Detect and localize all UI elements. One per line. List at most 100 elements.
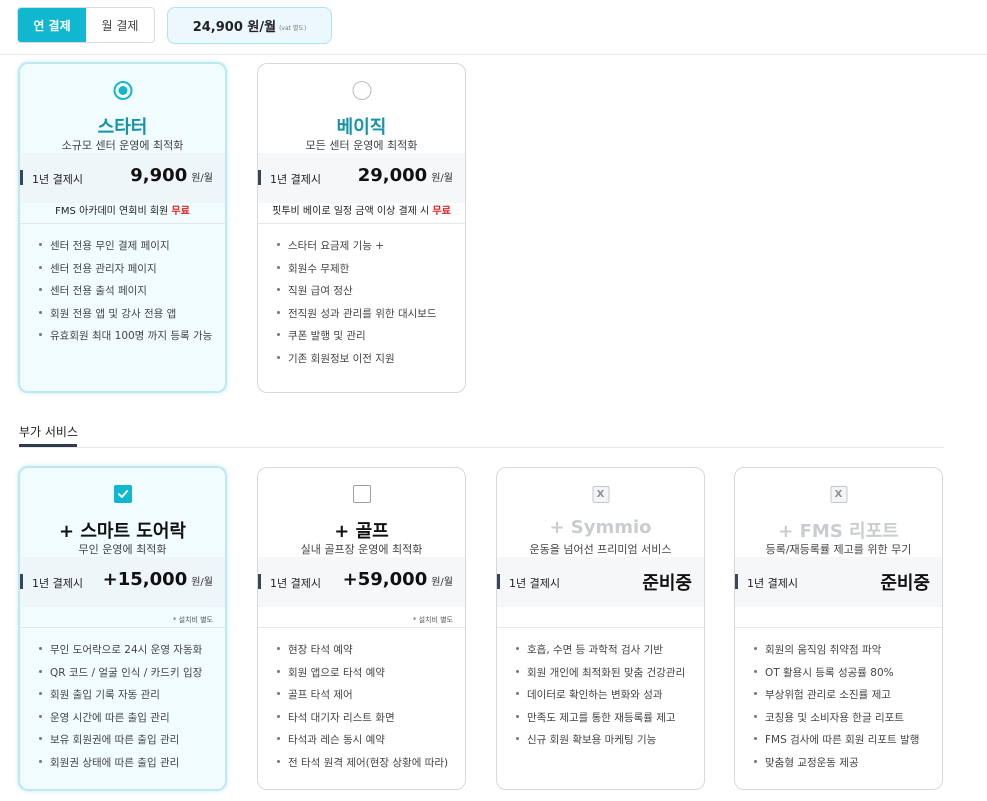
feature-item: 보유 회원권에 따른 출입 관리 <box>39 732 202 755</box>
divider <box>497 627 704 628</box>
feature-item: 호흡, 수면 등 과학적 검사 기반 <box>516 642 685 665</box>
feature-item: 데이터로 확인하는 변화와 성과 <box>516 687 685 710</box>
addon-title: + 골프 <box>334 521 389 542</box>
price-amount: +59,000 <box>342 569 428 590</box>
price-row-marker <box>20 574 23 589</box>
benefit-free-label: 무료 <box>432 206 451 217</box>
feature-list: 현장 타석 예약 회원 앱으로 타석 예약 골프 타석 제어 타석 대기자 리스… <box>277 642 448 778</box>
addon-subtitle: 무인 운영에 최적화 <box>78 543 167 556</box>
plan-title: 스타터 <box>97 117 148 138</box>
plan-subtitle: 모든 센터 운영에 최적화 <box>305 139 418 152</box>
billing-period-toggle: 연 결제 월 결제 <box>17 7 155 43</box>
feature-item: 회원권 상태에 따른 출입 관리 <box>39 755 202 778</box>
benefit-text: 핏투비 베이로 일정 금액 이상 결제 시 <box>272 206 430 217</box>
feature-item: 스타터 요금제 기능 + <box>277 238 437 261</box>
feature-item: 회원수 무제한 <box>277 261 437 284</box>
price-label: 1년 결제시 <box>270 173 321 186</box>
installation-fee-note: * 설치비 별도 <box>172 616 213 624</box>
feature-item: 회원 앱으로 타석 예약 <box>277 665 448 688</box>
feature-item: 기존 회원정보 이전 지원 <box>277 351 437 374</box>
price-unit: 원/월 <box>191 577 213 588</box>
price-label: 1년 결제시 <box>32 577 83 590</box>
feature-item: 센터 전용 무인 결제 페이지 <box>39 238 212 261</box>
price-value: 29,000 원/월 <box>358 165 453 186</box>
feature-item: 맞춤형 교정운동 제공 <box>754 755 919 778</box>
price-amount: +15,000 <box>102 569 188 590</box>
price-value: 9,900 원/월 <box>130 165 213 186</box>
price-unit: 원/월 <box>191 173 213 184</box>
divider <box>20 627 225 628</box>
price-label: 1년 결제시 <box>509 577 560 590</box>
feature-item: 쿠폰 발행 및 관리 <box>277 328 437 351</box>
plan-price-row: 1년 결제시 9,900 원/월 <box>20 153 225 203</box>
checkbox-unchecked-icon[interactable] <box>352 485 371 503</box>
feature-item: 코칭용 및 소비자용 한글 리포트 <box>754 710 919 733</box>
feature-list: 스타터 요금제 기능 + 회원수 무제한 직원 급여 정산 전직원 성과 관리를… <box>277 238 437 374</box>
feature-item: 타석과 레슨 동시 예약 <box>277 732 448 755</box>
addon-title: + 스마트 도어락 <box>59 521 186 542</box>
feature-list: 호흡, 수면 등 과학적 검사 기반 회원 개인에 최적화된 맞춤 건강관리 데… <box>516 642 685 755</box>
addons-section-title: 부가 서비스 <box>19 425 79 439</box>
feature-item: 회원 전용 앱 및 강사 전용 앱 <box>39 306 212 329</box>
price-label: 1년 결제시 <box>270 577 321 590</box>
feature-item: 전 타석 원격 제어(현장 상황에 따라) <box>277 755 448 778</box>
plan-card-basic[interactable]: 베이직 모든 센터 운영에 최적화 1년 결제시 29,000 원/월 핏투비 … <box>257 63 466 393</box>
coming-soon-status: 준비중 <box>642 573 692 594</box>
price-row-marker <box>497 574 500 589</box>
feature-item: 센터 전용 출석 페이지 <box>39 283 212 306</box>
plan-card-starter[interactable]: 스타터 소규모 센터 운영에 최적화 1년 결제시 9,900 원/월 FMS … <box>18 62 227 393</box>
feature-item: 무인 도어락으로 24시 운영 자동화 <box>39 642 202 665</box>
benefit-free-label: 무료 <box>171 206 190 217</box>
price-value: +59,000 원/월 <box>343 569 453 590</box>
total-price-badge: 24,900 원/월 (vat 별도) <box>167 7 332 44</box>
addon-price-row: 1년 결제시 +15,000 원/월 <box>20 557 225 607</box>
plan-benefit: FMS 아카데미 연회비 회원 무료 <box>20 202 225 217</box>
plan-benefit: 핏투비 베이로 일정 금액 이상 결제 시 무료 <box>258 202 465 217</box>
divider <box>258 223 465 224</box>
billing-toolbar: 연 결제 월 결제 24,900 원/월 (vat 별도) <box>0 0 987 55</box>
section-divider <box>19 447 944 448</box>
addon-subtitle: 등록/재등록률 제고를 위한 무기 <box>765 543 912 556</box>
total-price-vat-note: (vat 별도) <box>279 25 307 32</box>
feature-item: 회원 개인에 최적화된 맞춤 건강관리 <box>516 665 685 688</box>
price-value: 준비중 <box>880 569 930 595</box>
radio-selected-icon[interactable] <box>113 81 132 100</box>
disabled-x-icon: X <box>830 486 847 503</box>
coming-soon-status: 준비중 <box>880 573 930 594</box>
feature-item: 타석 대기자 리스트 화면 <box>277 710 448 733</box>
addon-price-row: 1년 결제시 +59,000 원/월 <box>258 557 465 607</box>
disabled-x-icon: X <box>592 486 609 503</box>
addon-card-golf[interactable]: + 골프 실내 골프장 운영에 최적화 1년 결제시 +59,000 원/월 *… <box>257 467 466 790</box>
tab-monthly-billing[interactable]: 월 결제 <box>86 8 154 42</box>
addon-price-row: 1년 결제시 준비중 <box>497 557 704 607</box>
feature-list: 무인 도어락으로 24시 운영 자동화 QR 코드 / 얼굴 인식 / 카드키 … <box>39 642 202 778</box>
addon-title: + Symmio <box>549 517 652 538</box>
tab-yearly-billing[interactable]: 연 결제 <box>18 8 86 42</box>
benefit-text: FMS 아카데미 연회비 회원 <box>55 206 169 217</box>
price-value: 준비중 <box>642 569 692 595</box>
price-unit: 원/월 <box>431 173 453 184</box>
feature-list: 센터 전용 무인 결제 페이지 센터 전용 관리자 페이지 센터 전용 출석 페… <box>39 238 212 351</box>
feature-item: 골프 타석 제어 <box>277 687 448 710</box>
price-row-marker <box>735 574 738 589</box>
radio-unselected-icon[interactable] <box>352 81 371 100</box>
feature-item: 회원 출입 기록 자동 관리 <box>39 687 202 710</box>
feature-item: 현장 타석 예약 <box>277 642 448 665</box>
addon-subtitle: 운동을 넘어선 프리미엄 서비스 <box>529 543 672 556</box>
price-amount: 9,900 <box>130 165 188 186</box>
feature-item: 신규 회원 확보용 마케팅 기능 <box>516 732 685 755</box>
installation-fee-note: * 설치비 별도 <box>412 616 453 624</box>
feature-item: 만족도 제고를 통한 재등록률 제고 <box>516 710 685 733</box>
price-unit: 원/월 <box>431 577 453 588</box>
feature-item: 부상위험 관리로 소진률 제고 <box>754 687 919 710</box>
divider <box>735 627 942 628</box>
feature-item: FMS 검사에 따른 회원 리포트 발행 <box>754 732 919 755</box>
feature-item: 직원 급여 정산 <box>277 283 437 306</box>
price-row-marker <box>258 574 261 589</box>
plan-subtitle: 소규모 센터 운영에 최적화 <box>61 139 184 152</box>
checkbox-checked-icon[interactable] <box>113 485 132 503</box>
feature-item: OT 활용시 등록 성공률 80% <box>754 665 919 688</box>
addon-card-smart-doorlock[interactable]: + 스마트 도어락 무인 운영에 최적화 1년 결제시 +15,000 원/월 … <box>18 466 227 791</box>
price-amount: 29,000 <box>357 165 428 186</box>
feature-item: 유효회원 최대 100명 까지 등록 가능 <box>39 328 212 351</box>
